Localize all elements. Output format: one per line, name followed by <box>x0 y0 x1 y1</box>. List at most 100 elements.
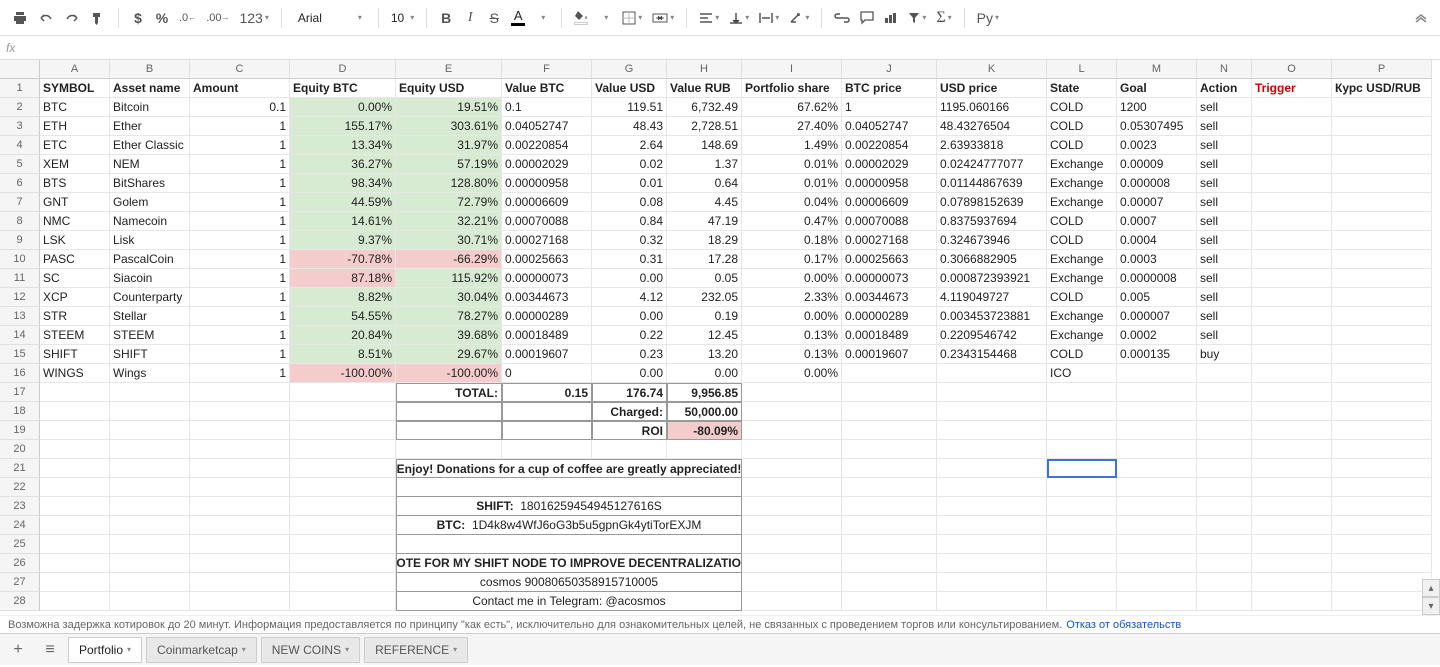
rate-cell[interactable] <box>1332 193 1432 212</box>
cell[interactable] <box>742 592 842 611</box>
cell[interactable] <box>110 516 190 535</box>
value-btc-cell[interactable]: 0.1 <box>502 98 592 117</box>
charged-cell[interactable]: Charged: <box>592 402 667 421</box>
h-align-icon[interactable]: ▾ <box>695 5 723 31</box>
share-cell[interactable]: 0.04% <box>742 193 842 212</box>
state-cell[interactable]: Exchange <box>1047 326 1117 345</box>
column-header[interactable]: P <box>1332 60 1432 79</box>
total-cell[interactable] <box>110 383 190 402</box>
roi-cell[interactable] <box>40 421 110 440</box>
action-cell[interactable] <box>1197 364 1252 383</box>
message-cell[interactable]: BTC: 1D4k8w4WfJ6oG3b5u5gpnGk4ytiTorEXJM <box>396 516 742 535</box>
symbol-cell[interactable]: STR <box>40 307 110 326</box>
total-cell[interactable] <box>842 383 937 402</box>
symbol-cell[interactable]: ETC <box>40 136 110 155</box>
action-cell[interactable]: sell <box>1197 288 1252 307</box>
column-header[interactable]: L <box>1047 60 1117 79</box>
usd-price-cell[interactable]: 2.63933818 <box>937 136 1047 155</box>
cell[interactable] <box>742 440 842 459</box>
cell[interactable] <box>40 554 110 573</box>
name-cell[interactable]: Golem <box>110 193 190 212</box>
value-rub-cell[interactable]: 47.19 <box>667 212 742 231</box>
row-header[interactable]: 9 <box>0 231 40 250</box>
header-cell[interactable]: Amount <box>190 79 290 98</box>
cell[interactable] <box>190 478 290 497</box>
charged-cell[interactable] <box>1252 402 1332 421</box>
fill-color-dropdown[interactable]: ▾ <box>594 5 616 31</box>
state-cell[interactable]: COLD <box>1047 288 1117 307</box>
header-cell[interactable]: Trigger <box>1252 79 1332 98</box>
cell[interactable] <box>290 516 396 535</box>
equity-usd-cell[interactable]: 30.71% <box>396 231 502 250</box>
cell[interactable] <box>842 459 937 478</box>
cell[interactable] <box>937 516 1047 535</box>
action-cell[interactable]: sell <box>1197 269 1252 288</box>
goal-cell[interactable]: 0.000007 <box>1117 307 1197 326</box>
header-cell[interactable]: Value RUB <box>667 79 742 98</box>
value-rub-cell[interactable]: 0.05 <box>667 269 742 288</box>
row-header[interactable]: 23 <box>0 497 40 516</box>
name-cell[interactable]: Ether <box>110 117 190 136</box>
btc-price-cell[interactable] <box>842 364 937 383</box>
goal-cell[interactable]: 1200 <box>1117 98 1197 117</box>
cell[interactable] <box>40 440 110 459</box>
row-header[interactable]: 25 <box>0 535 40 554</box>
column-header[interactable]: N <box>1197 60 1252 79</box>
header-cell[interactable]: State <box>1047 79 1117 98</box>
value-usd-cell[interactable]: 0.00 <box>592 364 667 383</box>
name-cell[interactable]: Counterparty <box>110 288 190 307</box>
cell[interactable] <box>1332 459 1432 478</box>
row-header[interactable]: 21 <box>0 459 40 478</box>
btc-price-cell[interactable]: 0.00344673 <box>842 288 937 307</box>
value-rub-cell[interactable]: 1.37 <box>667 155 742 174</box>
message-cell[interactable] <box>396 478 742 497</box>
name-cell[interactable]: Lisk <box>110 231 190 250</box>
row-header[interactable]: 17 <box>0 383 40 402</box>
redo-icon[interactable] <box>60 5 84 31</box>
amount-cell[interactable]: 1 <box>190 326 290 345</box>
value-usd-cell[interactable]: 0.32 <box>592 231 667 250</box>
text-wrap-icon[interactable]: ▾ <box>755 5 783 31</box>
trigger-cell[interactable] <box>1252 250 1332 269</box>
amount-cell[interactable]: 1 <box>190 212 290 231</box>
rate-cell[interactable] <box>1332 307 1432 326</box>
equity-btc-cell[interactable]: 54.55% <box>290 307 396 326</box>
name-cell[interactable]: STEEM <box>110 326 190 345</box>
roi-cell[interactable] <box>742 421 842 440</box>
text-rotation-icon[interactable]: ▾ <box>785 5 813 31</box>
share-cell[interactable]: 0.00% <box>742 269 842 288</box>
state-cell[interactable]: Exchange <box>1047 155 1117 174</box>
trigger-cell[interactable] <box>1252 288 1332 307</box>
cell[interactable] <box>937 573 1047 592</box>
total-cell[interactable] <box>290 383 396 402</box>
cell[interactable] <box>1117 459 1197 478</box>
message-cell[interactable]: Еnjoy! Donations for a сuр of coffee are… <box>396 459 742 478</box>
state-cell[interactable]: Exchange <box>1047 174 1117 193</box>
trigger-cell[interactable] <box>1252 345 1332 364</box>
row-header[interactable]: 7 <box>0 193 40 212</box>
charged-cell[interactable] <box>1117 402 1197 421</box>
cell[interactable] <box>667 440 742 459</box>
merge-cells-icon[interactable]: ▾ <box>648 5 678 31</box>
goal-cell[interactable]: 0.00009 <box>1117 155 1197 174</box>
amount-cell[interactable]: 1 <box>190 307 290 326</box>
name-cell[interactable]: Stellar <box>110 307 190 326</box>
cell[interactable] <box>1117 573 1197 592</box>
value-btc-cell[interactable]: 0.00002029 <box>502 155 592 174</box>
column-header[interactable]: K <box>937 60 1047 79</box>
cell[interactable] <box>110 592 190 611</box>
rate-cell[interactable] <box>1332 269 1432 288</box>
cell[interactable] <box>937 535 1047 554</box>
value-usd-cell[interactable]: 0.31 <box>592 250 667 269</box>
goal-cell[interactable]: 0.0004 <box>1117 231 1197 250</box>
cell[interactable] <box>1197 459 1252 478</box>
cell[interactable] <box>1252 497 1332 516</box>
usd-price-cell[interactable]: 0.01144867639 <box>937 174 1047 193</box>
cell[interactable] <box>742 573 842 592</box>
total-cell[interactable]: 0.15 <box>502 383 592 402</box>
total-cell[interactable]: 9,956.85 <box>667 383 742 402</box>
btc-price-cell[interactable]: 0.00025663 <box>842 250 937 269</box>
trigger-cell[interactable] <box>1252 136 1332 155</box>
cell[interactable] <box>1197 573 1252 592</box>
btc-price-cell[interactable]: 0.00019607 <box>842 345 937 364</box>
